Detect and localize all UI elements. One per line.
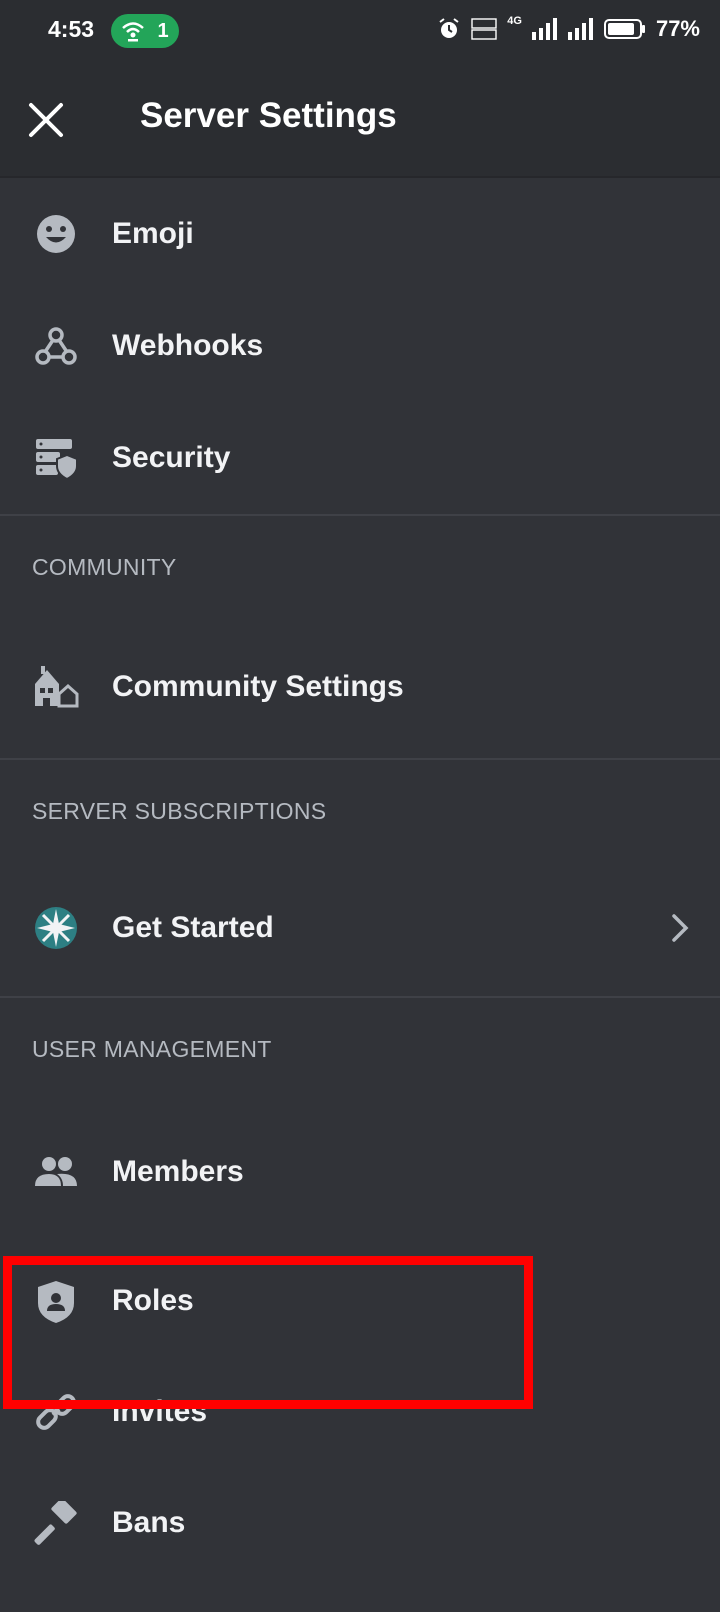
battery-icon [603,19,645,39]
settings-item-label: Webhooks [112,329,264,362]
section-heading-user-management: USER MANAGEMENT [0,998,720,1098]
members-icon [35,1157,77,1186]
signal-icon-1 [531,18,557,40]
network-type: 4G [507,15,522,27]
settings-item-webhooks[interactable]: Webhooks [0,290,720,402]
settings-item-label: Get Started [112,911,274,944]
webhooks-icon [35,327,77,365]
section-heading-text: SERVER SUBSCRIPTIONS [32,798,327,824]
settings-item-label: Security [112,441,231,474]
settings-item-community-settings[interactable]: Community Settings [0,616,720,758]
battery-level: 77% [655,16,700,41]
hotspot-icon [122,22,145,42]
signal-icon-2 [567,18,593,40]
settings-item-label: Community Settings [112,670,404,703]
section-heading-community: COMMUNITY [0,516,720,616]
settings-item-bans[interactable]: Bans [0,1468,720,1578]
app-header: Server Settings [0,66,720,178]
status-bar: 4:53 1 4G 77% [0,0,720,66]
close-icon[interactable] [26,100,66,140]
settings-item-get-started[interactable]: Get Started [0,860,720,996]
hotspot-count: 1 [157,19,169,42]
emoji-icon [37,215,75,253]
community-icon [35,666,79,708]
section-heading-subscriptions: SERVER SUBSCRIPTIONS [0,760,720,860]
hammer-icon [34,1501,77,1545]
section-heading-text: USER MANAGEMENT [32,1036,272,1062]
highlight-box [3,1256,533,1409]
settings-item-label: Emoji [112,217,194,250]
status-time: 4:53 [48,16,95,42]
settings-item-members[interactable]: Members [0,1098,720,1246]
chevron-right-icon [672,914,689,942]
hotspot-badge: 1 [111,14,179,48]
settings-item-label: Bans [112,1506,186,1539]
page-title: Server Settings [140,96,397,135]
section-heading-text: COMMUNITY [32,554,177,580]
settings-item-label: Members [112,1155,244,1188]
volte-icon [471,18,497,40]
security-icon [36,439,78,481]
status-right: 4G 77% [437,15,700,42]
subscriptions-star-icon [35,907,77,949]
settings-item-security[interactable]: Security [0,402,720,514]
settings-item-emoji[interactable]: Emoji [0,178,720,290]
alarm-icon [439,18,459,38]
